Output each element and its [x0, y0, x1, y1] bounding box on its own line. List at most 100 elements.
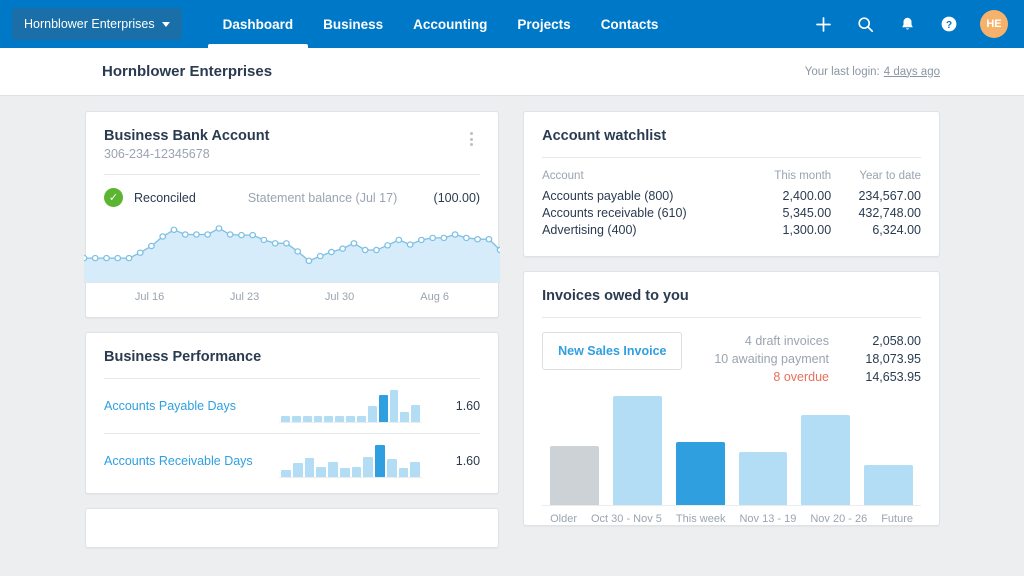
- next-card-partial: [85, 508, 500, 548]
- axis-tick-2: Jul 30: [324, 291, 355, 303]
- search-icon[interactable]: [854, 13, 876, 35]
- watchlist-ytd: 432,748.00: [858, 205, 921, 220]
- invoices-owed-bar-chart: [542, 396, 921, 506]
- bell-icon[interactable]: [896, 13, 918, 35]
- watchlist-account-name: Accounts payable (800): [542, 188, 674, 203]
- table-row[interactable]: Accounts receivable (610) 5,345.00 432,7…: [542, 204, 921, 221]
- organisation-switcher-button[interactable]: Hornblower Enterprises: [12, 8, 182, 40]
- nav-link-dashboard-label: Dashboard: [222, 16, 294, 32]
- accounts-payable-days-value: 1.60: [455, 399, 481, 413]
- chevron-down-icon: [161, 21, 170, 27]
- accounts-receivable-days-sparkline: [279, 444, 423, 478]
- page-title: Hornblower Enterprises: [102, 63, 273, 80]
- table-header-row: Account This month Year to date: [542, 170, 921, 187]
- accounts-payable-days-link[interactable]: Accounts Payable Days: [104, 399, 279, 413]
- awaiting-payment-amount: 18,073.95: [865, 352, 921, 366]
- axis-tick-3: Aug 6: [420, 291, 449, 303]
- awaiting-payment-label: 10 awaiting payment: [714, 352, 829, 366]
- bar-label-future: Future: [881, 513, 913, 525]
- invoices-bar-chart-labels: Older Oct 30 - Nov 5 This week Nov 13 - …: [542, 506, 921, 525]
- overdue-amount: 14,653.95: [865, 370, 921, 384]
- business-bank-account-card: Business Bank Account 306-234-12345678 ✓…: [84, 111, 501, 318]
- watchlist-ytd: 6,324.00: [872, 222, 921, 237]
- accounts-receivable-days-value: 1.60: [455, 453, 481, 468]
- bank-balance-sparkline-chart: [68, 215, 516, 283]
- reconciled-row: ✓ Reconciled Statement balance (Jul 17) …: [104, 175, 480, 211]
- business-performance-card: Business Performance Accounts Payable Da…: [85, 332, 500, 494]
- draft-invoices-amount: 2,058.00: [872, 334, 921, 348]
- right-column: Account watchlist Account This month Yea…: [523, 111, 940, 575]
- nav-link-contacts[interactable]: Contacts: [586, 0, 674, 48]
- help-icon[interactable]: ?: [938, 13, 960, 35]
- axis-tick-0: Jul 16: [134, 291, 165, 303]
- bar-column[interactable]: [675, 396, 725, 505]
- invoices-summary: New Sales Invoice 4 draft invoices 2,058…: [542, 332, 921, 386]
- organisation-name: Hornblower Enterprises: [24, 17, 155, 31]
- avatar-initials: HE: [986, 18, 1002, 30]
- bar-column[interactable]: [550, 396, 599, 505]
- watchlist-account-name: Advertising (400): [542, 222, 637, 237]
- draft-invoices-label: 4 draft invoices: [744, 334, 829, 348]
- statement-balance-amount: (100.00): [433, 190, 481, 205]
- invoice-stat-awaiting[interactable]: 10 awaiting payment 18,073.95: [714, 350, 921, 368]
- statement-balance-label: Statement balance (Jul 17): [247, 190, 398, 205]
- watchlist-table: Account This month Year to date Accounts…: [542, 170, 921, 238]
- divider: [542, 317, 921, 318]
- reconciled-label: Reconciled: [134, 190, 196, 205]
- left-column: Business Bank Account 306-234-12345678 ✓…: [84, 111, 501, 575]
- nav-icon-group: ? HE: [812, 0, 1024, 48]
- bar-label-nov13-19: Nov 13 - 19: [739, 513, 797, 525]
- top-navigation-bar: Hornblower Enterprises Dashboard Busines…: [0, 0, 1024, 48]
- overdue-label: 8 overdue: [773, 370, 829, 384]
- nav-link-projects[interactable]: Projects: [502, 0, 585, 48]
- last-login-link[interactable]: 4 days ago: [884, 66, 940, 78]
- bar-column[interactable]: [738, 396, 788, 505]
- column-header-account: Account: [542, 170, 584, 182]
- table-row[interactable]: Accounts payable (800) 2,400.00 234,567.…: [542, 187, 921, 204]
- nav-link-dashboard[interactable]: Dashboard: [207, 0, 309, 48]
- sub-header: Hornblower Enterprises Your last login: …: [0, 48, 1024, 96]
- bank-chart-axis-labels: Jul 16 Jul 23 Jul 30 Aug 6: [86, 283, 498, 317]
- nav-link-accounting[interactable]: Accounting: [398, 0, 502, 48]
- accounts-receivable-days-link[interactable]: Accounts Receivable Days: [104, 454, 279, 468]
- bar-label-nov20-26: Nov 20 - 26: [810, 513, 868, 525]
- nav-link-business[interactable]: Business: [308, 0, 398, 48]
- account-watchlist-card: Account watchlist Account This month Yea…: [523, 111, 940, 257]
- column-header-this-month: This month: [774, 170, 832, 182]
- new-sales-invoice-button[interactable]: New Sales Invoice: [542, 332, 683, 370]
- performance-card-title: Business Performance: [104, 349, 262, 365]
- watchlist-this-month: 5,345.00: [782, 205, 832, 220]
- svg-text:?: ?: [946, 20, 952, 31]
- plus-icon[interactable]: [812, 13, 834, 35]
- divider: [542, 157, 921, 158]
- nav-link-contacts-label: Contacts: [600, 16, 659, 32]
- watchlist-ytd: 234,567.00: [858, 188, 921, 203]
- invoice-stat-drafts[interactable]: 4 draft invoices 2,058.00: [714, 332, 921, 350]
- bar-label-older: Older: [550, 513, 577, 525]
- bar-label-this-week: This week: [675, 513, 726, 525]
- invoice-stat-overdue[interactable]: 8 overdue 14,653.95: [714, 368, 921, 386]
- axis-tick-1: Jul 23: [229, 291, 260, 303]
- last-login-label: Your last login:: [804, 65, 880, 78]
- bar-column[interactable]: [612, 396, 662, 505]
- bar-label-oct30-nov5: Oct 30 - Nov 5: [591, 513, 662, 525]
- column-header-year-to-date: Year to date: [859, 170, 921, 182]
- kebab-menu-icon[interactable]: [462, 128, 480, 146]
- dashboard-content: Business Bank Account 306-234-12345678 ✓…: [0, 96, 1024, 575]
- bar-column[interactable]: [801, 396, 851, 505]
- watchlist-card-title: Account watchlist: [542, 128, 667, 144]
- bar-column[interactable]: [864, 396, 913, 505]
- invoices-owed-card: Invoices owed to you New Sales Invoice 4…: [523, 271, 940, 526]
- accounts-payable-days-sparkline: [279, 389, 423, 423]
- nav-link-projects-label: Projects: [517, 16, 571, 32]
- watchlist-this-month: 2,400.00: [782, 188, 832, 203]
- watchlist-account-name: Accounts receivable (610): [542, 205, 687, 220]
- invoice-stats: 4 draft invoices 2,058.00 10 awaiting pa…: [714, 332, 921, 386]
- check-circle-icon: ✓: [104, 188, 123, 207]
- bank-card-title: Business Bank Account: [104, 128, 270, 144]
- watchlist-this-month: 1,300.00: [782, 222, 832, 237]
- nav-link-business-label: Business: [323, 16, 384, 32]
- avatar[interactable]: HE: [980, 10, 1008, 38]
- table-row[interactable]: Advertising (400) 1,300.00 6,324.00: [542, 221, 921, 238]
- nav-link-accounting-label: Accounting: [413, 16, 488, 32]
